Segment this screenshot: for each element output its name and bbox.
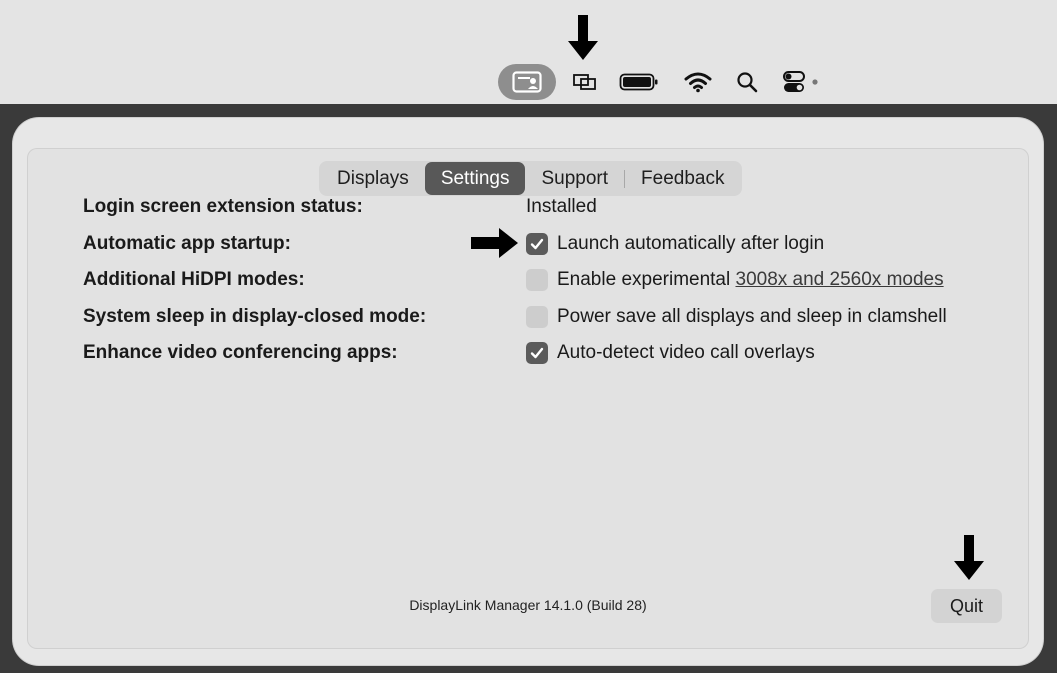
- system-sleep-option-label: Power save all displays and sleep in cla…: [557, 306, 947, 327]
- hidpi-modes-link[interactable]: 3008x and 2560x modes: [736, 269, 944, 290]
- system-sleep-label: System sleep in display-closed mode:: [83, 306, 427, 327]
- tab-settings[interactable]: Settings: [424, 162, 526, 195]
- spotlight-search-icon: [737, 72, 758, 93]
- system-sleep-option[interactable]: Power save all displays and sleep in cla…: [526, 306, 947, 328]
- battery-menu-extra[interactable]: [617, 64, 661, 100]
- login-extension-status: Installed: [526, 196, 597, 217]
- auto-startup-option-label: Launch automatically after login: [557, 233, 825, 254]
- auto-startup-checkbox[interactable]: [526, 233, 548, 255]
- setting-row-video-conferencing: Enhance video conferencing apps: Auto-de…: [27, 338, 1029, 368]
- control-center-menu-extra[interactable]: [780, 64, 822, 100]
- setting-row-hidpi: Additional HiDPI modes: Enable experimen…: [27, 265, 1029, 295]
- auto-startup-option[interactable]: Launch automatically after login: [526, 233, 824, 255]
- setting-row-login-extension: Login screen extension status: Installed: [27, 192, 1029, 222]
- battery-icon: [619, 73, 658, 91]
- screen-mirroring-menu-extra[interactable]: [568, 64, 602, 100]
- auto-startup-label: Automatic app startup:: [83, 233, 291, 254]
- checkmark-icon: [530, 347, 544, 359]
- annotation-arrow-down-icon: [568, 15, 598, 60]
- hidpi-option-label: Enable experimental 3008x and 2560x mode…: [557, 269, 944, 291]
- hidpi-option-prefix: Enable experimental: [557, 269, 736, 290]
- hidpi-checkbox[interactable]: [526, 269, 548, 291]
- displaylink-menu-extra[interactable]: [498, 64, 556, 100]
- tab-displays[interactable]: Displays: [321, 162, 425, 195]
- tab-support[interactable]: Support: [525, 162, 624, 195]
- control-center-icon: [783, 71, 818, 92]
- version-label: DisplayLink Manager 14.1.0 (Build 28): [409, 597, 647, 613]
- video-conferencing-option-label: Auto-detect video call overlays: [557, 342, 815, 363]
- setting-row-auto-startup: Automatic app startup: Launch automatica…: [27, 229, 1029, 259]
- displaylink-popover: Displays Settings Support Feedback Login…: [13, 118, 1043, 665]
- annotation-arrow-right-icon: [471, 228, 518, 258]
- settings-panel: Displays Settings Support Feedback Login…: [27, 148, 1029, 649]
- hidpi-label: Additional HiDPI modes:: [83, 269, 305, 290]
- menu-bar: [0, 0, 1057, 104]
- setting-row-system-sleep: System sleep in display-closed mode: Pow…: [27, 302, 1029, 332]
- displaylink-display-icon: [512, 71, 542, 93]
- video-conferencing-option[interactable]: Auto-detect video call overlays: [526, 342, 815, 364]
- video-conferencing-checkbox[interactable]: [526, 342, 548, 364]
- screen-mirroring-icon: [573, 74, 596, 90]
- annotation-arrow-down-icon: [954, 535, 984, 580]
- tab-bar: Displays Settings Support Feedback: [319, 161, 743, 196]
- wifi-icon: [684, 72, 712, 93]
- system-sleep-checkbox[interactable]: [526, 306, 548, 328]
- video-conferencing-label: Enhance video conferencing apps:: [83, 342, 398, 363]
- hidpi-option[interactable]: Enable experimental 3008x and 2560x mode…: [526, 269, 944, 291]
- wifi-menu-extra[interactable]: [681, 64, 715, 100]
- screen: Displays Settings Support Feedback Login…: [0, 0, 1057, 673]
- quit-button[interactable]: Quit: [931, 589, 1002, 623]
- spotlight-menu-extra[interactable]: [732, 64, 762, 100]
- tab-feedback[interactable]: Feedback: [625, 162, 740, 195]
- login-extension-label: Login screen extension status:: [83, 196, 363, 217]
- checkmark-icon: [530, 238, 544, 250]
